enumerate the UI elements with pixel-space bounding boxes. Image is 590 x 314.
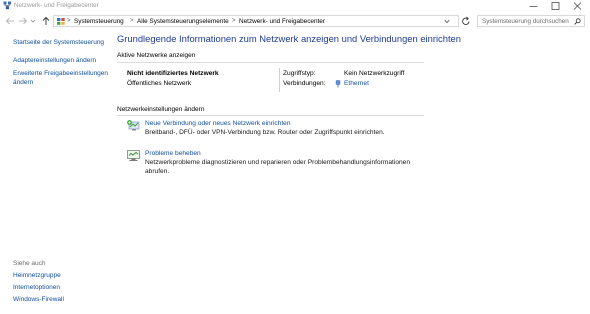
new-connection-description: Breitband-, DFÜ- oder VPN-Verbindung bzw… bbox=[145, 129, 385, 136]
access-type-label: Zugriffstyp: bbox=[283, 70, 316, 77]
search-placeholder: Systemsteuerung durchsuchen bbox=[482, 18, 569, 25]
search-icon bbox=[574, 18, 581, 25]
maximize-icon bbox=[551, 2, 560, 10]
connections-label: Verbindungen: bbox=[283, 80, 326, 87]
breadcrumb-item-systemsteuerung[interactable]: Systemsteuerung bbox=[74, 17, 124, 26]
recent-locations-chevron-icon[interactable] bbox=[30, 16, 36, 26]
troubleshoot-link[interactable]: Probleme beheben bbox=[145, 150, 201, 158]
back-arrow-icon[interactable] bbox=[5, 16, 15, 26]
forward-arrow-icon[interactable] bbox=[18, 16, 28, 26]
active-networks-header: Aktive Netzwerke anzeigen bbox=[117, 52, 196, 59]
ethernet-connection-link[interactable]: Ethernet bbox=[344, 80, 369, 88]
network-center-app-icon bbox=[3, 1, 11, 10]
troubleshoot-description: Netzwerkprobleme diagnostizieren und rep… bbox=[145, 159, 411, 175]
new-connection-icon bbox=[127, 120, 140, 131]
see-also-internetoptionen[interactable]: Internetoptionen bbox=[13, 284, 60, 293]
see-also-heimnetzgruppe[interactable]: Heimnetzgruppe bbox=[13, 272, 61, 281]
see-also-heading: Siehe auch bbox=[13, 260, 46, 267]
page-title: Grundlegende Informationen zum Netzwerk … bbox=[117, 33, 461, 44]
close-button[interactable] bbox=[566, 0, 590, 12]
breadcrumb-item-netzwerk-freigabecenter[interactable]: Netzwerk- und Freigabecenter bbox=[239, 17, 325, 26]
minimize-icon bbox=[529, 6, 538, 7]
new-connection-link[interactable]: Neue Verbindung oder neues Netzwerk einr… bbox=[145, 120, 291, 128]
address-row: > Systemsteuerung > Alle Systemsteuerung… bbox=[0, 12, 590, 31]
control-panel-icon bbox=[57, 18, 65, 25]
address-bar[interactable]: > Systemsteuerung > Alle Systemsteuerung… bbox=[53, 15, 459, 27]
sidebar-link-erweiterte-freigabe[interactable]: Erweiterte Freigabeeinstellungen ändern bbox=[13, 70, 113, 87]
search-input[interactable]: Systemsteuerung durchsuchen bbox=[477, 15, 585, 27]
refresh-icon[interactable] bbox=[461, 16, 471, 27]
sidebar-link-adaptereinstellungen[interactable]: Adaptereinstellungen ändern bbox=[13, 57, 96, 66]
see-also-windows-firewall[interactable]: Windows-Firewall bbox=[13, 296, 64, 305]
ethernet-icon bbox=[335, 80, 341, 88]
change-settings-header: Netzwerkeinstellungen ändern bbox=[117, 106, 205, 113]
breadcrumb-separator-icon: > bbox=[232, 18, 236, 24]
section-divider bbox=[117, 115, 424, 116]
section-divider bbox=[117, 62, 424, 63]
sidebar-link-startseite[interactable]: Startseite der Systemsteuerung bbox=[13, 39, 104, 48]
access-type-value: Kein Netzwerkzugriff bbox=[344, 70, 405, 77]
minimize-button[interactable] bbox=[522, 0, 546, 12]
breadcrumb-separator-icon: > bbox=[130, 18, 134, 24]
close-icon bbox=[573, 2, 582, 10]
network-category: Öffentliches Netzwerk bbox=[127, 80, 192, 87]
window-title: Netzwerk- und Freigabecenter bbox=[14, 2, 99, 9]
breadcrumb-item-alle-elemente[interactable]: Alle Systemsteuerungselemente bbox=[137, 17, 229, 26]
maximize-button[interactable] bbox=[544, 0, 568, 12]
network-info-divider bbox=[279, 68, 280, 92]
network-name: Nicht identifiziertes Netzwerk bbox=[127, 70, 219, 77]
title-bar: Netzwerk- und Freigabecenter bbox=[0, 0, 590, 12]
address-dropdown-chevron-icon[interactable] bbox=[444, 19, 450, 24]
breadcrumb-separator-icon: > bbox=[67, 18, 71, 24]
troubleshoot-icon bbox=[127, 150, 140, 161]
up-arrow-icon[interactable] bbox=[41, 16, 51, 26]
